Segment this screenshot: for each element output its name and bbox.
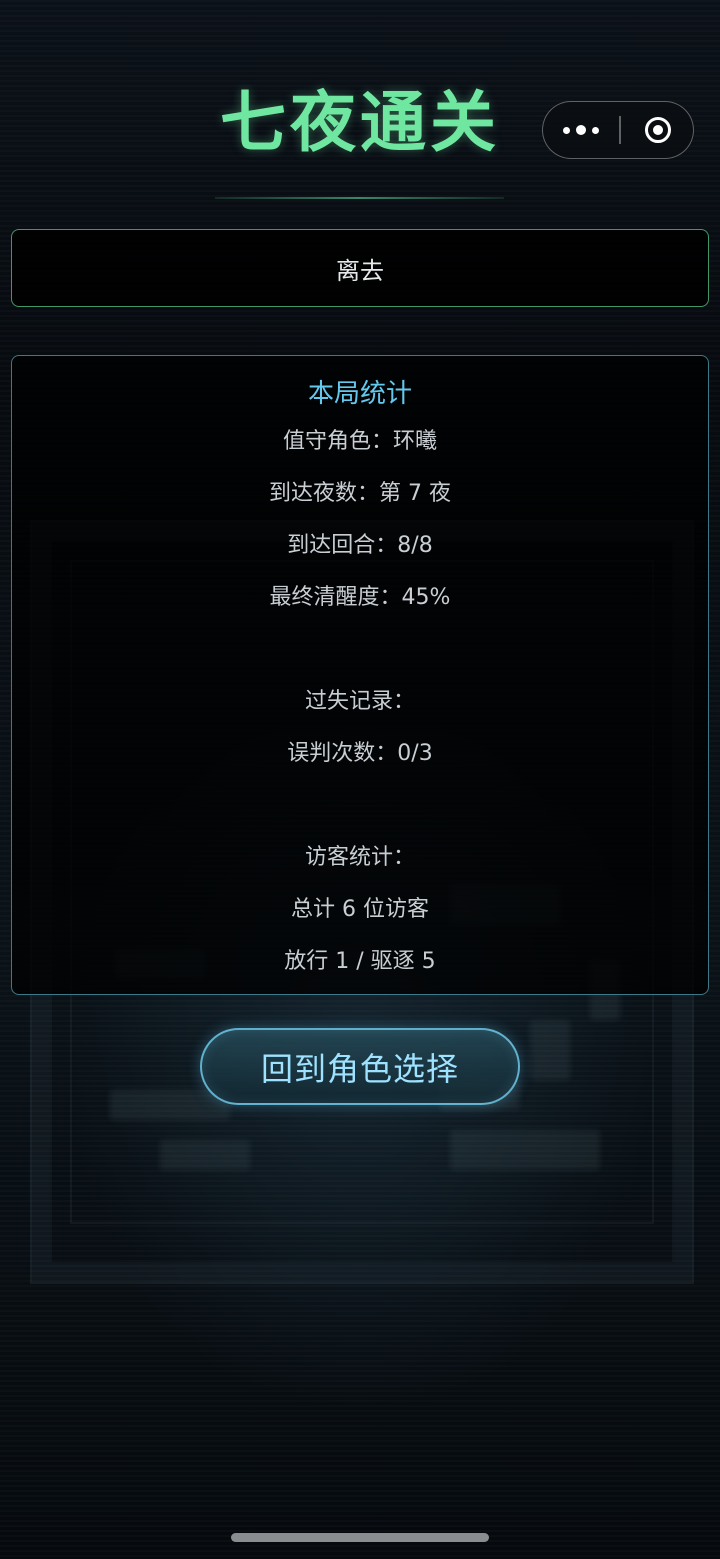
result-banner: 离去 — [11, 229, 709, 307]
stats-panel: 本局统计 值守角色：环曦 到达夜数：第 7 夜 到达回合：8/8 最终清醒度：4… — [11, 355, 709, 995]
more-button[interactable] — [543, 102, 619, 158]
close-button[interactable] — [620, 102, 695, 158]
stat-misjudge: 误判次数：0/3 — [287, 741, 433, 766]
stat-night: 到达夜数：第 7 夜 — [269, 481, 451, 506]
mini-program-capsule — [542, 101, 694, 159]
home-indicator[interactable] — [231, 1533, 489, 1542]
stat-role: 值守角色：环曦 — [282, 429, 437, 454]
return-to-character-select-button[interactable]: 回到角色选择 — [200, 1028, 520, 1105]
stat-sanity: 最终清醒度：45% — [269, 585, 451, 610]
stat-visitor-total: 总计 6 位访客 — [291, 897, 429, 922]
target-ring-icon — [644, 117, 671, 143]
stats-heading: 本局统计 — [307, 379, 412, 409]
result-text: 离去 — [336, 256, 384, 285]
more-dots-icon — [560, 125, 602, 135]
stat-round: 到达回合：8/8 — [287, 533, 433, 558]
stat-visitors-heading: 访客统计： — [304, 845, 415, 870]
title-divider — [215, 197, 504, 199]
stat-mistakes-heading: 过失记录： — [304, 689, 415, 714]
stat-visitor-outcome: 放行 1 / 驱逐 5 — [284, 949, 436, 974]
page-title: 七夜通关 — [220, 84, 500, 161]
